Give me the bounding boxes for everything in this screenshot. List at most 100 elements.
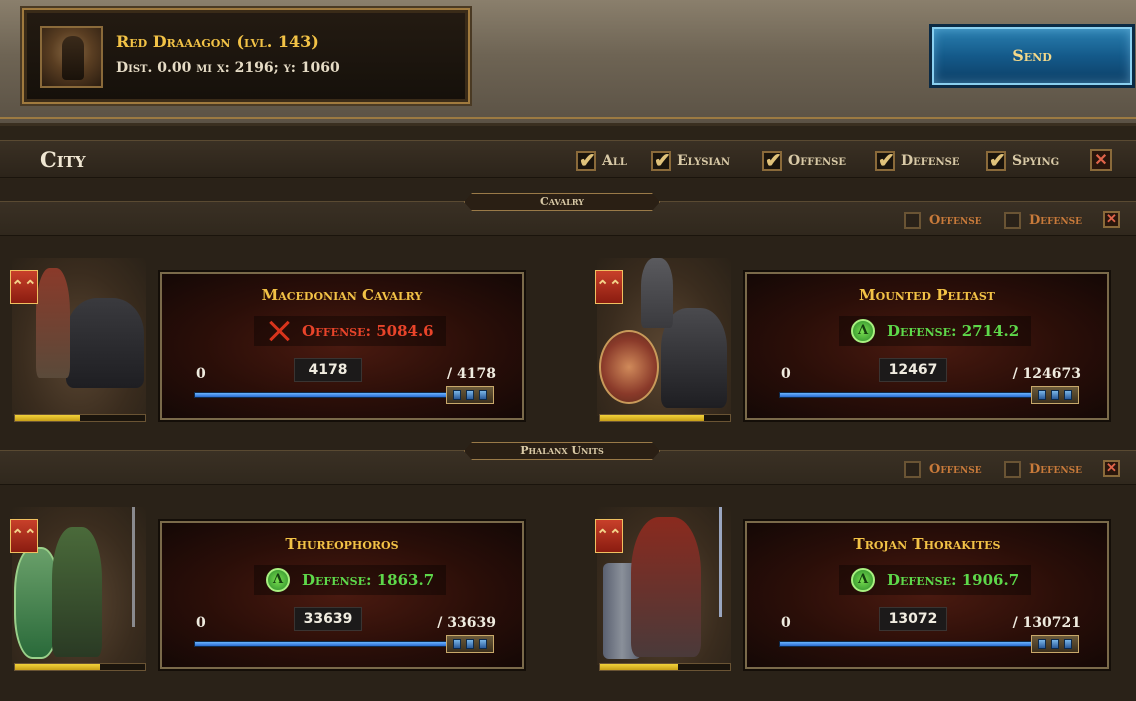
slider-fill <box>780 393 1032 397</box>
quantity-input[interactable]: 4178 <box>294 358 362 382</box>
target-header: Red Draaagon (lvl. 143) Dist. 0.00 mi x: … <box>0 0 1136 126</box>
stat-value: Defense: 1863.7 <box>302 571 435 589</box>
checkbox-checked-icon[interactable] <box>762 148 782 172</box>
unit-card-trojan-thorakites: Trojan Thorakites Λ Defense: 1906.7 0 13… <box>745 521 1109 669</box>
filter-label: Defense <box>1029 212 1082 228</box>
filter-label: Offense <box>788 153 847 169</box>
quantity-max: / 130721 <box>1012 615 1081 631</box>
filter-offense[interactable]: Offense <box>762 148 847 172</box>
quantity-max: / 4178 <box>447 366 496 382</box>
filter-label: All <box>602 153 627 169</box>
unit-health-bar <box>14 414 146 422</box>
filter-label: Offense <box>929 461 982 477</box>
quantity-slider[interactable] <box>779 641 1033 647</box>
phalanx-defense-filter[interactable]: Defense <box>1004 460 1082 478</box>
horse-icon <box>66 298 144 388</box>
target-level: (lvl. 143) <box>236 32 319 51</box>
checkbox-checked-icon[interactable] <box>576 148 596 172</box>
rank-chevron-icon: ⌃⌃ <box>595 270 623 304</box>
quantity-slider[interactable] <box>194 641 448 647</box>
checkbox-checked-icon[interactable] <box>875 148 895 172</box>
slider-fill <box>195 642 447 646</box>
cavalry-clear-button[interactable]: ✕ <box>1103 211 1120 228</box>
quantity-max: / 33639 <box>437 615 496 631</box>
unit-card-thureophoros: Thureophoros Λ Defense: 1863.7 0 33639 /… <box>160 521 524 669</box>
unit-name: Mounted Peltast <box>859 286 995 304</box>
rank-chevron-icon: ⌃⌃ <box>595 519 623 553</box>
stat-value: Defense: 1906.7 <box>887 571 1020 589</box>
filter-label: Defense <box>1029 461 1082 477</box>
checkbox-unchecked-icon[interactable] <box>904 211 921 229</box>
defense-shield-icon: Λ <box>851 568 875 592</box>
quantity-min: 0 <box>781 615 791 631</box>
clear-filters-button[interactable]: ✕ <box>1090 149 1112 171</box>
stat-value: Offense: 5084.6 <box>302 322 434 340</box>
target-panel: Red Draaagon (lvl. 143) Dist. 0.00 mi x: … <box>22 8 470 104</box>
quantity-min: 0 <box>781 366 791 382</box>
cavalry-offense-filter[interactable]: Offense <box>904 211 982 229</box>
target-name: Red Draaagon (lvl. 143) <box>116 32 319 51</box>
filter-all[interactable]: All <box>576 148 627 172</box>
checkbox-unchecked-icon[interactable] <box>1004 460 1021 478</box>
slider-handle[interactable] <box>1031 386 1079 404</box>
slider-handle[interactable] <box>446 386 494 404</box>
quantity-slider[interactable] <box>779 392 1033 398</box>
stat-value: Defense: 2714.2 <box>887 322 1020 340</box>
quantity-input[interactable]: 13072 <box>879 607 947 631</box>
filter-defense[interactable]: Defense <box>875 148 959 172</box>
health-fill <box>600 415 704 421</box>
slider-handle[interactable] <box>446 635 494 653</box>
quantity-input[interactable]: 12467 <box>879 358 947 382</box>
quantity-min: 0 <box>196 366 206 382</box>
defense-shield-icon: Λ <box>851 319 875 343</box>
filter-spying[interactable]: Spying <box>986 148 1059 172</box>
slider-fill <box>195 393 447 397</box>
soldier-icon <box>631 517 701 657</box>
unit-stat: Λ Defense: 1863.7 <box>254 565 447 595</box>
defense-shield-icon: Λ <box>266 568 290 592</box>
phalanx-clear-button[interactable]: ✕ <box>1103 460 1120 477</box>
section-title-cavalry: Cavalry <box>464 193 660 211</box>
spear-icon <box>719 507 722 617</box>
unit-card-macedonian-cavalry: Macedonian Cavalry Offense: 5084.6 0 417… <box>160 272 524 420</box>
filter-label: Elysian <box>677 153 730 169</box>
filter-elysian[interactable]: Elysian <box>651 148 730 172</box>
rank-chevron-icon: ⌃⌃ <box>10 519 38 553</box>
crossed-swords-icon <box>266 318 292 344</box>
city-filter-bar: City All Elysian Offense Defense Spying … <box>0 140 1136 178</box>
unit-name: Trojan Thorakites <box>853 535 1001 553</box>
checkbox-checked-icon[interactable] <box>986 148 1006 172</box>
quantity-min: 0 <box>196 615 206 631</box>
health-fill <box>15 664 100 670</box>
unit-name: Thureophoros <box>285 535 399 553</box>
quantity-input[interactable]: 33639 <box>294 607 362 631</box>
unit-health-bar <box>599 663 731 671</box>
quantity-max: / 124673 <box>1012 366 1081 382</box>
rider-icon <box>641 258 673 328</box>
filter-label: Offense <box>929 212 982 228</box>
target-distance: Dist. 0.00 mi x: 2196; y: 1060 <box>116 60 340 76</box>
checkbox-unchecked-icon[interactable] <box>1004 211 1021 229</box>
rank-chevron-icon: ⌃⌃ <box>10 270 38 304</box>
phalanx-offense-filter[interactable]: Offense <box>904 460 982 478</box>
city-title: City <box>40 147 86 172</box>
checkbox-unchecked-icon[interactable] <box>904 460 921 478</box>
section-title-phalanx: Phalanx Units <box>464 442 660 460</box>
unit-health-bar <box>599 414 731 422</box>
target-avatar <box>40 26 103 88</box>
send-button[interactable]: Send <box>932 27 1132 85</box>
slider-handle[interactable] <box>1031 635 1079 653</box>
quantity-slider[interactable] <box>194 392 448 398</box>
unit-stat: Λ Defense: 1906.7 <box>839 565 1032 595</box>
unit-name: Macedonian Cavalry <box>261 286 423 304</box>
shield-icon <box>599 330 659 404</box>
checkbox-checked-icon[interactable] <box>651 148 671 172</box>
slider-fill <box>780 642 1032 646</box>
target-name-text: Red Draaagon <box>116 32 231 51</box>
cavalry-defense-filter[interactable]: Defense <box>1004 211 1082 229</box>
soldier-icon <box>52 527 102 657</box>
unit-health-bar <box>14 663 146 671</box>
rider-icon <box>36 268 70 378</box>
spear-icon <box>132 507 135 627</box>
unit-card-mounted-peltast: Mounted Peltast Λ Defense: 2714.2 0 1246… <box>745 272 1109 420</box>
